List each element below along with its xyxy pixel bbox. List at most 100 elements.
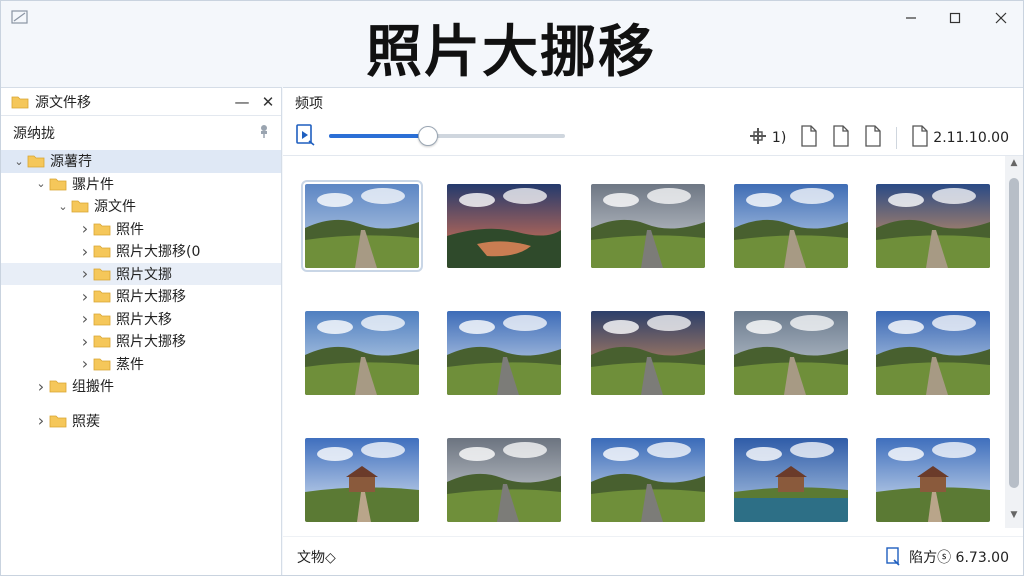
- photo-thumbnail[interactable]: [447, 438, 561, 522]
- folder-icon: [71, 199, 89, 213]
- scroll-up-icon[interactable]: ▲: [1005, 158, 1023, 174]
- toolbar-button[interactable]: 1): [748, 126, 786, 150]
- photo-thumbnail[interactable]: [591, 311, 705, 395]
- folder-icon: [49, 414, 67, 428]
- source-subheader-label: 源纳拢: [13, 126, 55, 142]
- tree-item-label: 照片大移: [116, 311, 172, 328]
- photo-thumbnail[interactable]: [305, 438, 419, 522]
- chevron-right-icon[interactable]: ›: [77, 242, 93, 261]
- tree-item[interactable]: › 照片大挪移: [1, 330, 281, 353]
- folder-icon: [93, 334, 111, 348]
- photo-thumbnail[interactable]: [876, 311, 990, 395]
- status-left: 文物◇: [297, 549, 336, 566]
- source-pane-header: 源文件移 — ✕: [1, 88, 281, 116]
- tree-item[interactable]: › 组搬件: [1, 375, 281, 398]
- photo-thumbnail[interactable]: [301, 180, 423, 272]
- tree-item[interactable]: › 照蒺: [1, 410, 281, 433]
- tree-item-label: 源文件: [94, 199, 136, 216]
- items-pane: 频项 1) 2.11.10.00 ▲ ▼ 文物◇ 陷方ⓢ 6.73.00: [283, 87, 1023, 575]
- photo-thumbnail[interactable]: [305, 311, 419, 395]
- tree-item-label: 蒸件: [116, 356, 144, 373]
- folder-icon: [93, 222, 111, 236]
- tree-item[interactable]: › 照件: [1, 218, 281, 241]
- photo-thumbnail[interactable]: [734, 184, 848, 268]
- photo-thumbnail[interactable]: [734, 311, 848, 395]
- import-icon[interactable]: [295, 123, 317, 151]
- chevron-right-icon[interactable]: ›: [77, 219, 93, 238]
- scroll-down-icon[interactable]: ▼: [1005, 510, 1023, 526]
- folder-icon: [93, 289, 111, 303]
- tree-item[interactable]: ⌄ 源薯荇: [1, 150, 281, 173]
- tree-item-label: 照片大挪移: [116, 289, 186, 306]
- tree-item[interactable]: › 照片大挪移: [1, 285, 281, 308]
- toolbar-button[interactable]: [832, 125, 850, 151]
- photo-thumbnail[interactable]: [447, 311, 561, 395]
- tree-item-label: 照件: [116, 221, 144, 238]
- minimize-button[interactable]: [889, 5, 933, 31]
- status-right-group: 陷方ⓢ 6.73.00: [885, 546, 1009, 567]
- chevron-down-icon[interactable]: ⌄: [33, 177, 49, 190]
- chevron-right-icon[interactable]: ›: [77, 264, 93, 283]
- toolbar-button-label: 2.11.10.00: [933, 130, 1009, 146]
- tree-item[interactable]: › 照片文挪: [1, 262, 281, 285]
- zoom-slider[interactable]: [329, 126, 565, 146]
- tree-item-label: 照片大挪移: [116, 334, 186, 351]
- app-window: 照片大挪移 源文件移 — ✕ 源纳拢 ⌄ 源薯荇 ⌄ 骡片件 ⌄ 源文件 › 照件 › 照片大挪移…: [0, 0, 1024, 576]
- maximize-button[interactable]: [933, 5, 977, 31]
- toolbar-button[interactable]: [800, 125, 818, 151]
- chevron-down-icon[interactable]: ⌄: [11, 155, 27, 168]
- pin-icon[interactable]: [257, 123, 271, 143]
- photo-thumbnail[interactable]: [591, 438, 705, 522]
- toolbar: 1) 2.11.10.00: [283, 118, 1023, 156]
- tree-item-label: 源薯荇: [50, 154, 92, 171]
- photo-thumbnail[interactable]: [591, 184, 705, 268]
- tree-item[interactable]: ⌄ 源文件: [1, 195, 281, 218]
- folder-icon: [49, 177, 67, 191]
- folder-icon: [27, 154, 45, 168]
- tree-item-label: 组搬件: [72, 379, 114, 396]
- source-pane-title: 源文件移: [35, 94, 91, 111]
- tree-item[interactable]: › 照片大挪移(0: [1, 240, 281, 263]
- folder-icon: [93, 244, 111, 258]
- chevron-right-icon[interactable]: ›: [77, 332, 93, 351]
- tree-item-label: 照蒺: [72, 413, 100, 430]
- photo-thumbnail[interactable]: [876, 438, 990, 522]
- photo-thumbnail[interactable]: [734, 438, 848, 522]
- photo-thumbnail[interactable]: [447, 184, 561, 268]
- toolbar-button[interactable]: [864, 125, 882, 151]
- chevron-right-icon[interactable]: ›: [77, 309, 93, 328]
- close-button[interactable]: [979, 5, 1023, 31]
- tree-item[interactable]: › 蒸件: [1, 353, 281, 376]
- items-pane-header: 频项: [295, 96, 323, 112]
- maximize-icon: [949, 12, 961, 24]
- toolbar-button[interactable]: 2.11.10.00: [911, 125, 1009, 151]
- chevron-right-icon[interactable]: ›: [33, 411, 49, 430]
- toolbar-separator: [896, 127, 898, 149]
- chevron-down-icon[interactable]: ⌄: [55, 200, 71, 213]
- window-title: 照片大挪移: [366, 20, 656, 85]
- source-subheader: 源纳拢: [1, 116, 281, 150]
- file-icon: [911, 125, 929, 151]
- tree-item-label: 骡片件: [72, 176, 114, 193]
- tree-item[interactable]: ⌄ 骡片件: [1, 173, 281, 196]
- chevron-right-icon[interactable]: ›: [77, 354, 93, 373]
- scrollbar-thumb[interactable]: [1009, 178, 1019, 488]
- pane-close-button[interactable]: ✕: [255, 93, 281, 111]
- status-right: 陷方ⓢ 6.73.00: [909, 549, 1009, 566]
- tree-item-label: 照片大挪移(0: [116, 244, 201, 261]
- file-icon: [864, 125, 882, 151]
- folder-tree: ⌄ 源薯荇 ⌄ 骡片件 ⌄ 源文件 › 照件 › 照片大挪移(0 › 照片文挪 › 照片大挪移 › 照片大移 ›…: [1, 150, 281, 432]
- folder-icon: [93, 312, 111, 326]
- chevron-right-icon[interactable]: ›: [33, 377, 49, 396]
- close-icon: [995, 12, 1007, 24]
- file-icon: [832, 125, 850, 151]
- title-bar: 照片大挪移: [1, 1, 1023, 87]
- zoom-slider-thumb[interactable]: [418, 126, 439, 146]
- photo-thumbnail[interactable]: [876, 184, 990, 268]
- toolbar-button-label: 1): [771, 130, 787, 146]
- chevron-right-icon[interactable]: ›: [77, 287, 93, 306]
- status-bar: 文物◇ 陷方ⓢ 6.73.00: [283, 536, 1023, 576]
- tree-item[interactable]: › 照片大移: [1, 308, 281, 331]
- pane-minimize-button[interactable]: —: [229, 93, 255, 111]
- vertical-scrollbar[interactable]: ▲ ▼: [1005, 156, 1023, 528]
